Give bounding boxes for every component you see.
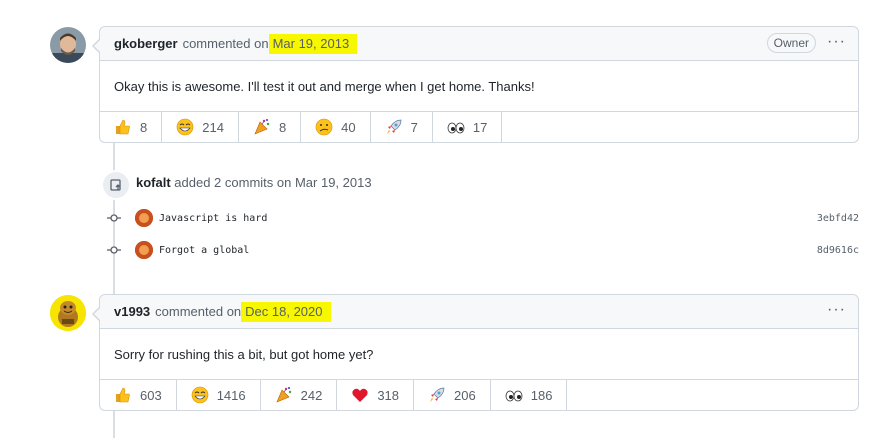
laugh-icon: [176, 118, 194, 136]
reaction-count: 40: [341, 119, 356, 135]
reaction-count: 214: [202, 119, 224, 135]
commit-node-icon: [107, 243, 121, 257]
reaction-count: 17: [472, 119, 488, 135]
commit-message[interactable]: Forgot a global: [159, 245, 249, 256]
thumbs-up-icon: [114, 386, 132, 404]
event-user[interactable]: kofalt: [136, 175, 171, 190]
commit-sha[interactable]: 8d9616c: [817, 245, 859, 256]
commit-author-avatar[interactable]: [135, 209, 153, 227]
reaction-count: 603: [140, 387, 162, 403]
commit-author-avatar[interactable]: [135, 241, 153, 259]
reaction-count: 186: [530, 387, 553, 403]
comment-header: gkoberger commented on Mar 19, 2013 Owne…: [100, 27, 858, 61]
hooray-icon: [253, 118, 271, 136]
comment-date[interactable]: Dec 18, 2020: [241, 302, 331, 322]
reactions-bar: 8 214 8 40 7 17: [100, 112, 858, 142]
comment-text: Sorry for rushing this a bit, but got ho…: [114, 346, 374, 362]
event-description: added 2 commits on Mar 19, 2013: [174, 175, 372, 190]
comment-date-text: Dec 18, 2020: [241, 302, 331, 322]
reaction-count: 8: [140, 119, 148, 135]
comment-action: commented on: [155, 304, 242, 319]
comment-date-text: Mar 19, 2013: [268, 34, 358, 54]
comment-author[interactable]: v1993: [114, 304, 150, 319]
reaction-thumbs-up[interactable]: 603: [100, 380, 177, 410]
reaction-laugh[interactable]: 214: [162, 112, 239, 142]
reaction-count: 1416: [216, 387, 246, 403]
commit-sha[interactable]: 3ebfd42: [817, 213, 859, 224]
reaction-rocket[interactable]: 206: [414, 380, 491, 410]
reaction-count: 7: [410, 119, 418, 135]
reaction-count: 242: [300, 387, 323, 403]
reactions-bar: 603 1416 242 318 206 186: [100, 380, 858, 410]
reaction-eyes[interactable]: 186: [491, 380, 568, 410]
eyes-icon: [447, 118, 465, 136]
reaction-heart[interactable]: 318: [337, 380, 415, 410]
reaction-rocket[interactable]: 7: [371, 112, 433, 142]
comment-action: commented on: [182, 36, 269, 51]
laugh-icon: [191, 386, 209, 404]
confused-icon: [315, 118, 333, 136]
reaction-thumbs-up[interactable]: 8: [100, 112, 163, 142]
reaction-confused[interactable]: 40: [301, 112, 371, 142]
comment-header: v1993 commented on Dec 18, 2020 ···: [100, 295, 858, 329]
hooray-icon: [275, 386, 293, 404]
commit-event-icon: [101, 170, 131, 200]
commit-event: kofalt added 2 commits on Mar 19, 2013: [136, 175, 372, 190]
avatar-v1993[interactable]: [50, 295, 86, 331]
comment-1: gkoberger commented on Mar 19, 2013 Owne…: [92, 26, 859, 143]
reaction-count: 318: [377, 387, 400, 403]
heart-icon: [351, 386, 369, 404]
comment-body: Sorry for rushing this a bit, but got ho…: [100, 329, 858, 380]
owner-badge: Owner: [766, 33, 816, 53]
avatar-gkoberger[interactable]: [50, 27, 86, 63]
commit-row: Forgot a global 8d9616c: [107, 240, 859, 260]
rocket-icon: [385, 118, 403, 136]
reaction-hooray[interactable]: 242: [261, 380, 338, 410]
more-options-icon[interactable]: ···: [827, 33, 846, 51]
reaction-count: 206: [454, 387, 476, 403]
reaction-eyes[interactable]: 17: [433, 112, 503, 142]
comment-2: v1993 commented on Dec 18, 2020 ··· Sorr…: [92, 294, 859, 411]
commit-node-icon: [107, 211, 121, 225]
commit-row: Javascript is hard 3ebfd42: [107, 208, 859, 228]
comment-date[interactable]: Mar 19, 2013: [268, 34, 358, 54]
reaction-hooray[interactable]: 8: [239, 112, 302, 142]
reaction-count: 8: [278, 119, 287, 135]
reaction-laugh[interactable]: 1416: [177, 380, 261, 410]
comment-body: Okay this is awesome. I'll test it out a…: [100, 61, 858, 112]
commit-message[interactable]: Javascript is hard: [159, 213, 267, 224]
rocket-icon: [428, 386, 446, 404]
comment-text: Okay this is awesome. I'll test it out a…: [114, 78, 535, 94]
more-options-icon[interactable]: ···: [827, 301, 846, 319]
thumbs-up-icon: [114, 118, 132, 136]
comment-author[interactable]: gkoberger: [114, 36, 178, 51]
eyes-icon: [505, 386, 523, 404]
